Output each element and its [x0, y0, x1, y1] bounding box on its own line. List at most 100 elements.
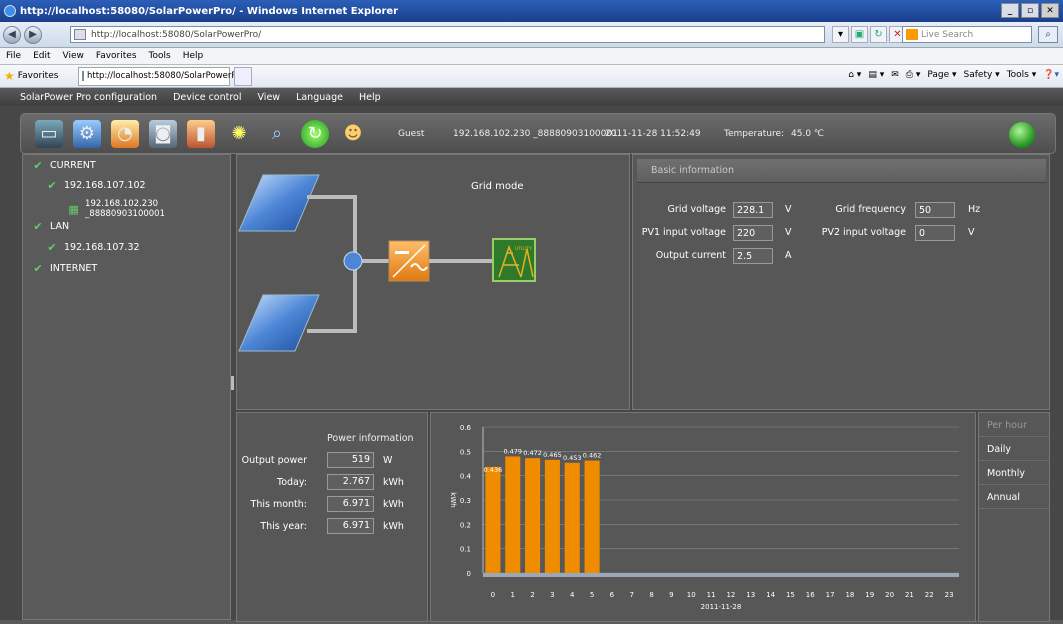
tree-node-lan[interactable]: ✔ LAN [31, 220, 69, 233]
x-tick-label: 18 [845, 591, 854, 599]
feeds-icon[interactable]: ▤ ▾ [868, 70, 884, 80]
refresh-icon[interactable]: ↻ [870, 26, 887, 43]
tab-per-hour[interactable]: Per hour [979, 415, 1049, 437]
mail-icon[interactable]: ✉ [891, 70, 899, 80]
tools-menu[interactable]: Tools ▾ [1007, 70, 1037, 80]
x-tick-label: 19 [865, 591, 874, 599]
menu-configuration[interactable]: SolarPower Pro configuration [20, 92, 157, 103]
tab-daily[interactable]: Daily [979, 439, 1049, 461]
x-tick-label: 3 [550, 591, 554, 599]
menu-file[interactable]: File [6, 51, 21, 61]
tree-node-current-ip[interactable]: ✔ 192.168.107.102 [45, 179, 145, 192]
menu-help[interactable]: Help [359, 92, 381, 103]
device-id: 192.168.102.230 _88880903100001 [453, 129, 618, 139]
today-unit: kWh [383, 477, 404, 488]
temperature-label: Temperature: [724, 129, 785, 139]
pv1-unit: V [785, 227, 792, 238]
pv1-field: 220 [733, 225, 773, 241]
magnifier-icon[interactable]: ⌕ [263, 120, 291, 148]
new-tab-button[interactable] [234, 66, 252, 86]
print-icon[interactable]: ⎙ ▾ [906, 70, 921, 80]
battery-icon[interactable]: ▮ [187, 119, 215, 148]
back-button[interactable]: ◀ [3, 25, 21, 44]
vertical-splitter[interactable] [231, 376, 234, 390]
x-tick-label: 15 [786, 591, 795, 599]
junction-node [343, 251, 363, 271]
app-area: ▭ ⚙ ◔ ◙ ▮ ✺ ⌕ ↻ ☻ Guest 192.168.102.230 … [0, 106, 1063, 622]
forward-button[interactable]: ▶ [24, 25, 42, 44]
tab-annual[interactable]: Annual [979, 487, 1049, 509]
x-axis-label: 2011-11-28 [701, 603, 742, 611]
grid-frequency-unit: Hz [968, 204, 981, 215]
x-tick-label: 5 [590, 591, 594, 599]
restore-button[interactable]: ▫ [1021, 3, 1039, 18]
x-tick-label: 12 [726, 591, 735, 599]
address-bar: ◀ ▶ http://localhost:58080/SolarPowerPro… [0, 22, 1063, 48]
month-label: This month: [250, 499, 307, 510]
pv2-unit: V [968, 227, 975, 238]
data-label: 0.462 [583, 452, 602, 460]
favorites-button[interactable]: ★ Favorites [0, 69, 78, 83]
close-button[interactable]: ✕ [1041, 3, 1059, 18]
address-input[interactable]: http://localhost:58080/SolarPowerPro/ [70, 26, 825, 43]
menu-help[interactable]: Help [183, 51, 204, 61]
y-tick-label: 0.2 [460, 521, 471, 529]
bar [485, 466, 501, 573]
window-title-bar: http://localhost:58080/SolarPowerPro/ - … [0, 0, 1063, 22]
safety-menu[interactable]: Safety ▾ [964, 70, 1000, 80]
home-icon[interactable]: ⌂ ▾ [848, 70, 861, 80]
tab-monthly[interactable]: Monthly [979, 463, 1049, 485]
menu-tools[interactable]: Tools [149, 51, 171, 61]
search-input[interactable]: Live Search [902, 26, 1032, 43]
data-label: 0.472 [523, 449, 542, 457]
data-label: 0.465 [543, 451, 562, 459]
monitor-icon[interactable]: ▭ [35, 119, 63, 148]
refresh-icon[interactable]: ↻ [301, 119, 329, 148]
star-icon: ★ [4, 69, 15, 83]
compatibility-icon[interactable]: ▣ [851, 26, 868, 43]
dropdown-icon[interactable]: ▾ [832, 26, 849, 43]
x-tick-label: 11 [707, 591, 716, 599]
solar-panel-top [238, 174, 320, 232]
x-tick-label: 21 [905, 591, 914, 599]
users-icon[interactable]: ☻ [339, 120, 367, 148]
tree-node-lan-ip[interactable]: ✔ 192.168.107.32 [45, 241, 139, 254]
today-field: 2.767 [327, 474, 374, 490]
pv2-label: PV2 input voltage [821, 227, 906, 238]
camera-icon[interactable]: ◙ [149, 119, 177, 148]
settings-icon[interactable]: ⚙ [73, 119, 101, 148]
user-name: Guest [398, 129, 425, 139]
menu-device-control[interactable]: Device control [173, 92, 241, 103]
search-button[interactable]: ⌕ [1038, 26, 1058, 43]
tree-node-internet[interactable]: ✔ INTERNET [31, 262, 97, 275]
solar-panel-bottom [238, 294, 320, 352]
report-icon[interactable]: ◔ [111, 119, 139, 148]
grid-voltage-label: Grid voltage [667, 204, 726, 215]
menu-language[interactable]: Language [296, 92, 343, 103]
today-label: Today: [277, 477, 307, 488]
output-current-label: Output current [655, 250, 726, 261]
page-icon [74, 29, 86, 40]
page-menu[interactable]: Page ▾ [927, 70, 956, 80]
browser-tab[interactable]: http://localhost:58080/SolarPowerPro/ [78, 66, 248, 86]
bulb-icon[interactable]: ✺ [225, 120, 253, 148]
tree-node-device[interactable]: ▦ 192.168.102.230 _88880903100001 [67, 199, 230, 219]
y-tick-label: 0.4 [460, 473, 472, 481]
x-tick-label: 22 [925, 591, 934, 599]
menu-view[interactable]: View [258, 92, 281, 103]
page-icon [82, 71, 84, 81]
menu-view[interactable]: View [63, 51, 84, 61]
menu-favorites[interactable]: Favorites [96, 51, 137, 61]
status-indicator [1009, 122, 1035, 148]
basic-info-title: Basic information [637, 159, 1046, 183]
minimize-button[interactable]: _ [1001, 3, 1019, 18]
help-icon[interactable]: ❓▾ [1043, 70, 1059, 80]
menu-edit[interactable]: Edit [33, 51, 50, 61]
tree-node-current[interactable]: ✔ CURRENT [31, 159, 95, 172]
window-title: http://localhost:58080/SolarPowerPro/ - … [20, 5, 399, 17]
x-tick-label: 14 [766, 591, 775, 599]
x-tick-label: 23 [945, 591, 954, 599]
bar [505, 456, 521, 573]
x-tick-label: 13 [746, 591, 755, 599]
app-menu-bar: SolarPower Pro configuration Device cont… [0, 88, 1063, 106]
